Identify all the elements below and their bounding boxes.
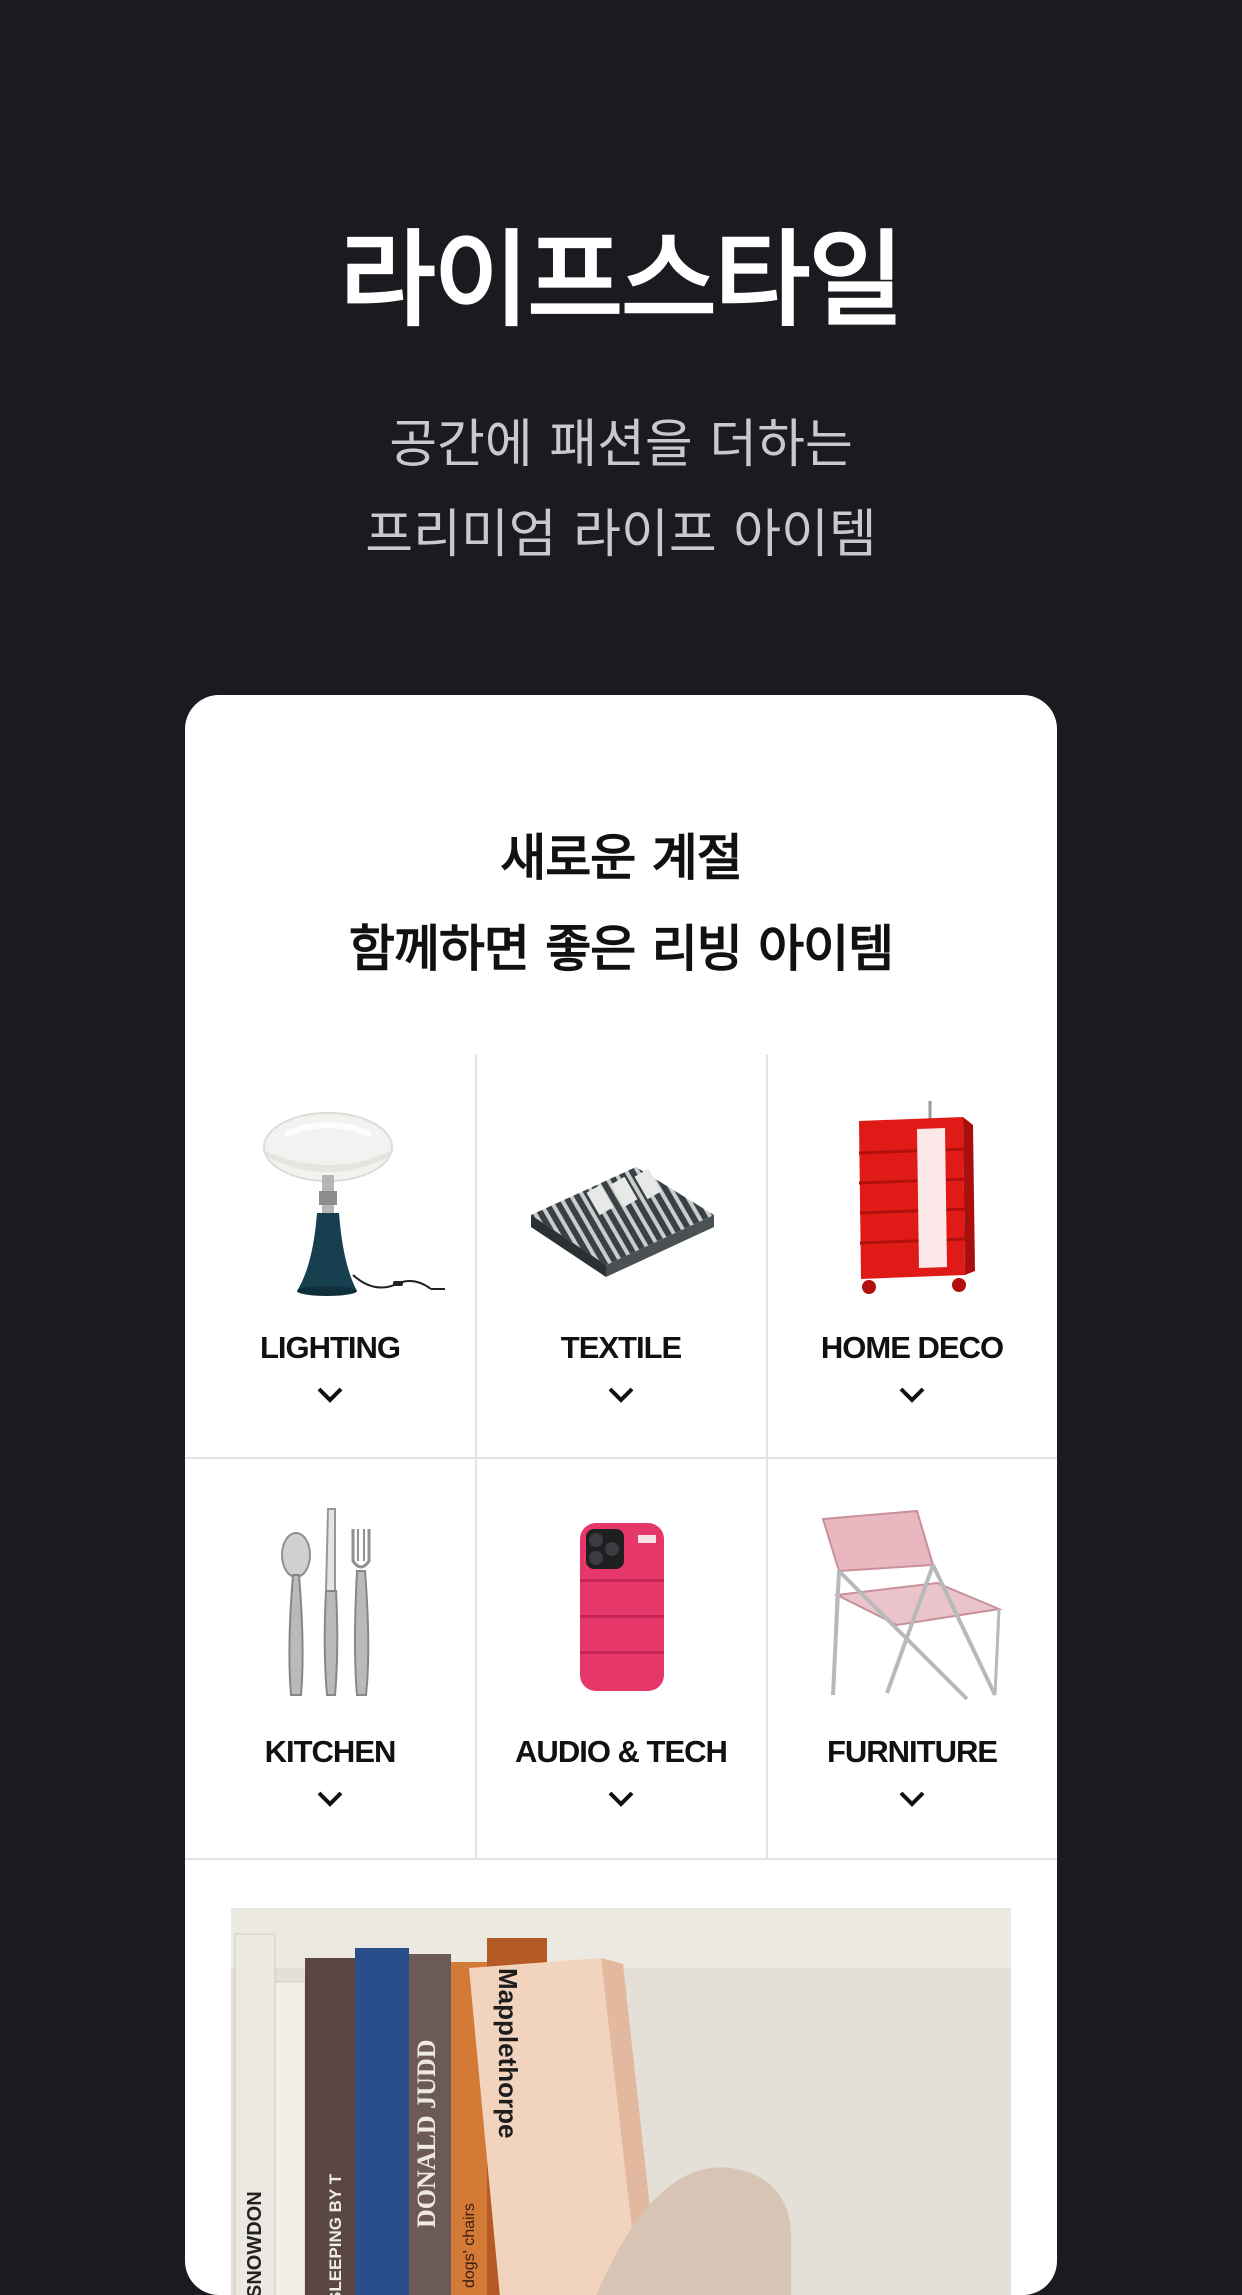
red-drawer-cart-icon [858, 1101, 975, 1294]
page-subtitle: 공간에 패션을 더하는 프리미엄 라이프 아이템 [0, 400, 1242, 580]
pink-folding-chair-icon [821, 1509, 1003, 1701]
category-lighting[interactable]: LIGHTING [185, 1055, 475, 1457]
category-label: HOME DECO [820, 1330, 1004, 1365]
category-textile[interactable]: TEXTILE [476, 1055, 766, 1457]
chevron-down-icon [608, 1791, 634, 1807]
books-banner-image[interactable]: SNOWDON SLEEPING BY T DONALD JUDD dogs' … [231, 1908, 1011, 2295]
category-home-deco[interactable]: HOME DECO [767, 1055, 1057, 1457]
chevron-down-icon [317, 1387, 343, 1403]
category-audio-tech[interactable]: AUDIO & TECH [476, 1459, 766, 1861]
card-heading-line-1: 새로운 계절 [500, 829, 742, 887]
subtitle-line-1: 공간에 패션을 더하는 [389, 415, 853, 475]
category-grid: LIGHTING TEXTILE HOME DECO KITCHEN AUDIO… [185, 1055, 1057, 1860]
card-heading-line-2: 함께하면 좋은 리빙 아이템 [348, 920, 894, 978]
category-kitchen[interactable]: KITCHEN [185, 1459, 475, 1861]
pink-phone-case-icon [580, 1523, 664, 1691]
book-spine-title: SNOWDON [244, 2191, 266, 2295]
chevron-down-icon [899, 1387, 925, 1403]
chevron-down-icon [317, 1791, 343, 1807]
book-spine-title: SLEEPING BY T [326, 2173, 345, 2295]
subtitle-line-2: 프리미엄 라이프 아이템 [365, 505, 877, 565]
living-items-card: 새로운 계절 함께하면 좋은 리빙 아이템 LIGHTING TEXTILE H… [185, 695, 1057, 2295]
page-title: 라이프스타일 [339, 219, 904, 341]
chevron-down-icon [899, 1791, 925, 1807]
book-spine-title: dogs' chairs [461, 2203, 478, 2288]
category-label: AUDIO & TECH [515, 1734, 728, 1769]
category-label: KITCHEN [264, 1734, 397, 1769]
chevron-down-icon [608, 1387, 634, 1403]
cutlery-set-icon [281, 1508, 371, 1696]
category-label: FURNITURE [826, 1734, 998, 1769]
book-spine-title: DONALD JUDD [412, 2040, 441, 2229]
category-label: LIGHTING [259, 1330, 401, 1365]
category-furniture[interactable]: FURNITURE [767, 1459, 1057, 1861]
striped-blanket-icon [531, 1167, 714, 1277]
table-lamp-icon [263, 1112, 445, 1296]
card-heading: 새로운 계절 함께하면 좋은 리빙 아이템 [185, 813, 1057, 995]
category-label: TEXTILE [560, 1330, 682, 1365]
book-spine-title: Mapplethorpe [493, 1968, 523, 2138]
bookshelf-photo: SNOWDON SLEEPING BY T DONALD JUDD dogs' … [231, 1908, 1011, 2295]
